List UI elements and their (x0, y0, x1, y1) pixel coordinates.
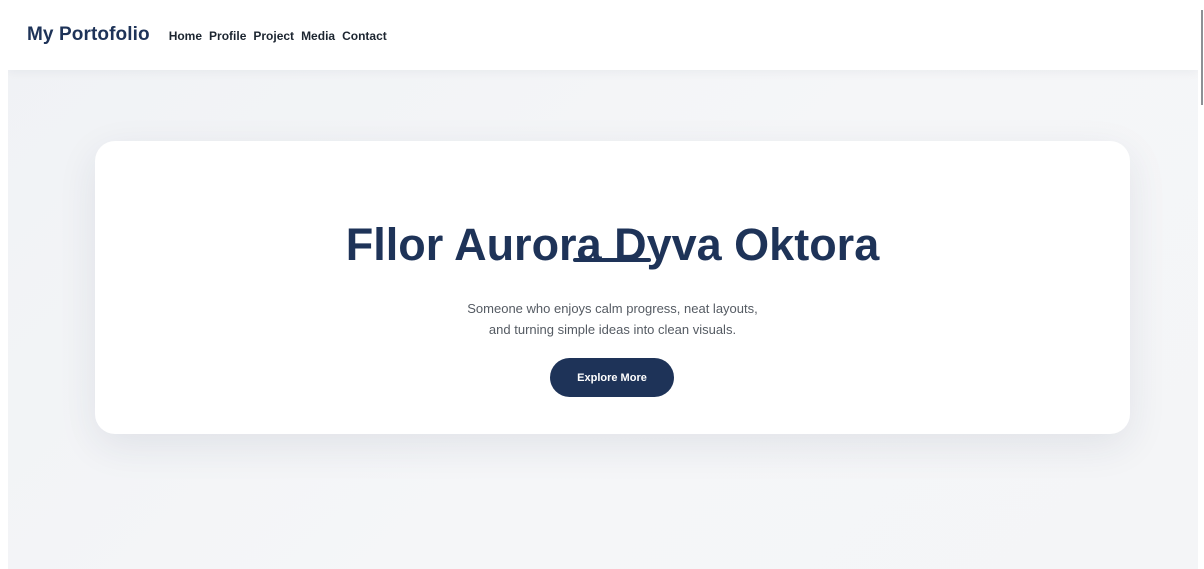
hero-subtitle-line-2: and turning simple ideas into clean visu… (488, 322, 737, 337)
nav-link-contact[interactable]: Contact (342, 29, 387, 43)
nav-links: Home Profile Project Media Contact (169, 29, 394, 43)
title-divider (573, 258, 651, 262)
explore-more-button[interactable]: Explore More (550, 358, 674, 397)
nav-link-media[interactable]: Media (301, 29, 335, 43)
window-scrollbar-thumb[interactable] (1201, 10, 1203, 105)
nav-link-home[interactable]: Home (169, 29, 202, 43)
page-background: My Portofolio Home Profile Project Media… (8, 0, 1198, 569)
top-navbar: My Portofolio Home Profile Project Media… (8, 0, 1198, 70)
hero-card: Fllor Aurora Dyva Oktora Someone who enj… (95, 141, 1130, 434)
hero-subtitle-line-1: Someone who enjoys calm progress, neat l… (467, 301, 758, 316)
hero-subtitle: Someone who enjoys calm progress, neat l… (95, 298, 1130, 340)
brand-logo-link[interactable]: My Portofolio (27, 24, 150, 46)
nav-link-project[interactable]: Project (253, 29, 294, 43)
nav-link-profile[interactable]: Profile (209, 29, 246, 43)
